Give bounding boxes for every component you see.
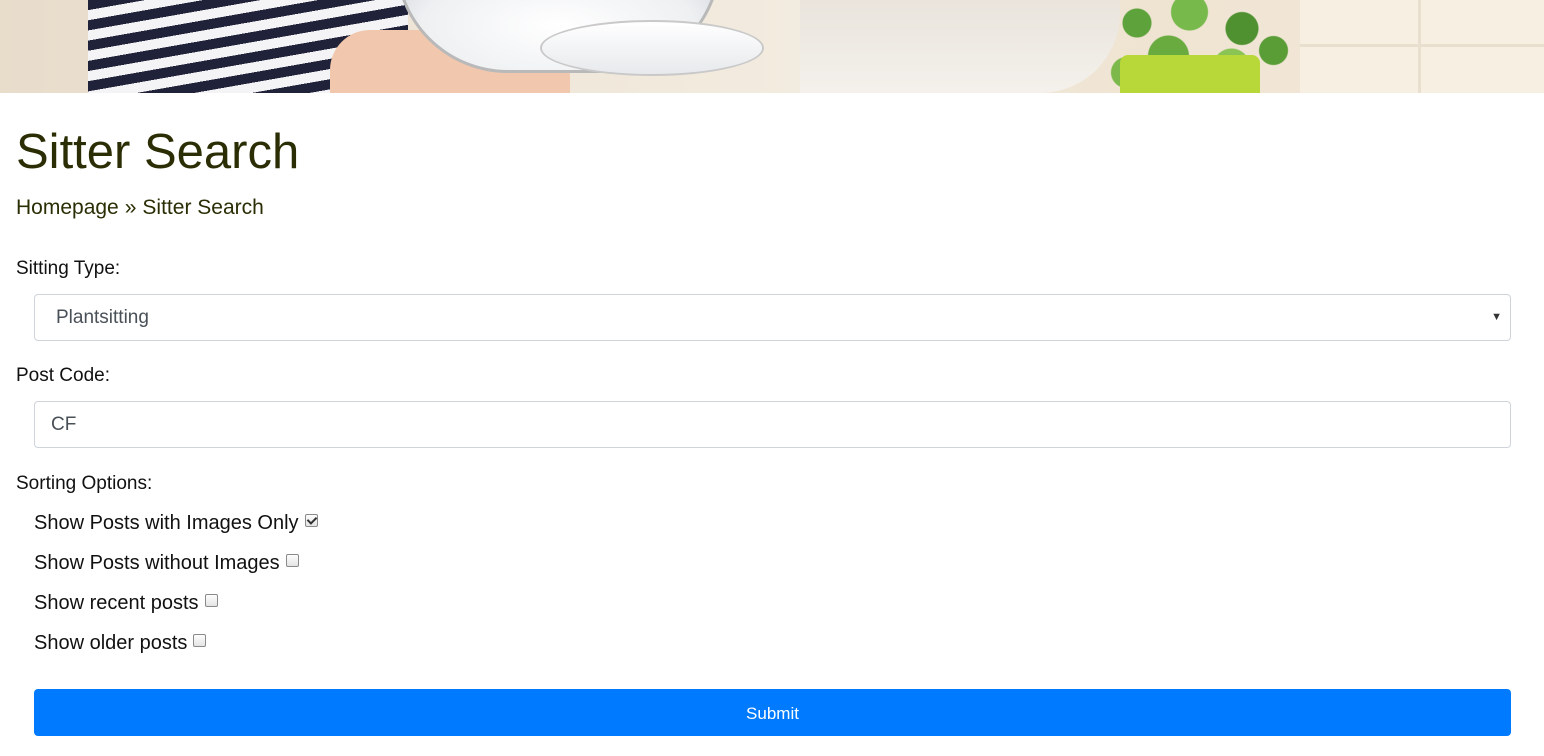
sitting-type-selected-value: Plantsitting: [56, 307, 149, 328]
breadcrumb-separator: »: [124, 196, 137, 219]
sort-option-label: Show older posts: [34, 632, 188, 654]
sort-option-older[interactable]: Show older posts: [34, 632, 207, 655]
post-code-label: Post Code:: [16, 365, 110, 386]
hero-banner: [0, 0, 1544, 93]
wall-tiles-image: [1300, 0, 1544, 93]
older-posts-checkbox[interactable]: [193, 634, 207, 647]
sorting-options-label: Sorting Options:: [16, 473, 153, 494]
chevron-down-icon: ▼: [1491, 311, 1502, 323]
breadcrumb-home-link[interactable]: Homepage: [16, 196, 119, 219]
post-code-input[interactable]: [34, 401, 1511, 448]
images-only-checkbox[interactable]: [304, 514, 318, 527]
sort-option-label: Show Posts without Images: [34, 552, 280, 574]
pot-lid-image: [540, 20, 764, 76]
breadcrumb-current: Sitter Search: [142, 196, 264, 219]
sort-option-label: Show recent posts: [34, 592, 199, 614]
plant-pot-image: [1120, 55, 1260, 93]
submit-button[interactable]: Submit: [34, 689, 1511, 736]
sleeve-image: [800, 0, 1120, 93]
sitting-type-label: Sitting Type:: [16, 258, 121, 279]
sort-option-images-only[interactable]: Show Posts with Images Only: [34, 512, 318, 535]
sitting-type-select[interactable]: Plantsitting ▼: [34, 294, 1511, 341]
sort-option-label: Show Posts with Images Only: [34, 512, 299, 534]
page-title: Sitter Search: [16, 125, 300, 179]
recent-posts-checkbox[interactable]: [204, 594, 218, 607]
sort-option-without-images[interactable]: Show Posts without Images: [34, 552, 299, 575]
breadcrumb: Homepage» Sitter Search: [16, 196, 264, 220]
sort-option-recent[interactable]: Show recent posts: [34, 592, 218, 615]
without-images-checkbox[interactable]: [285, 554, 299, 567]
